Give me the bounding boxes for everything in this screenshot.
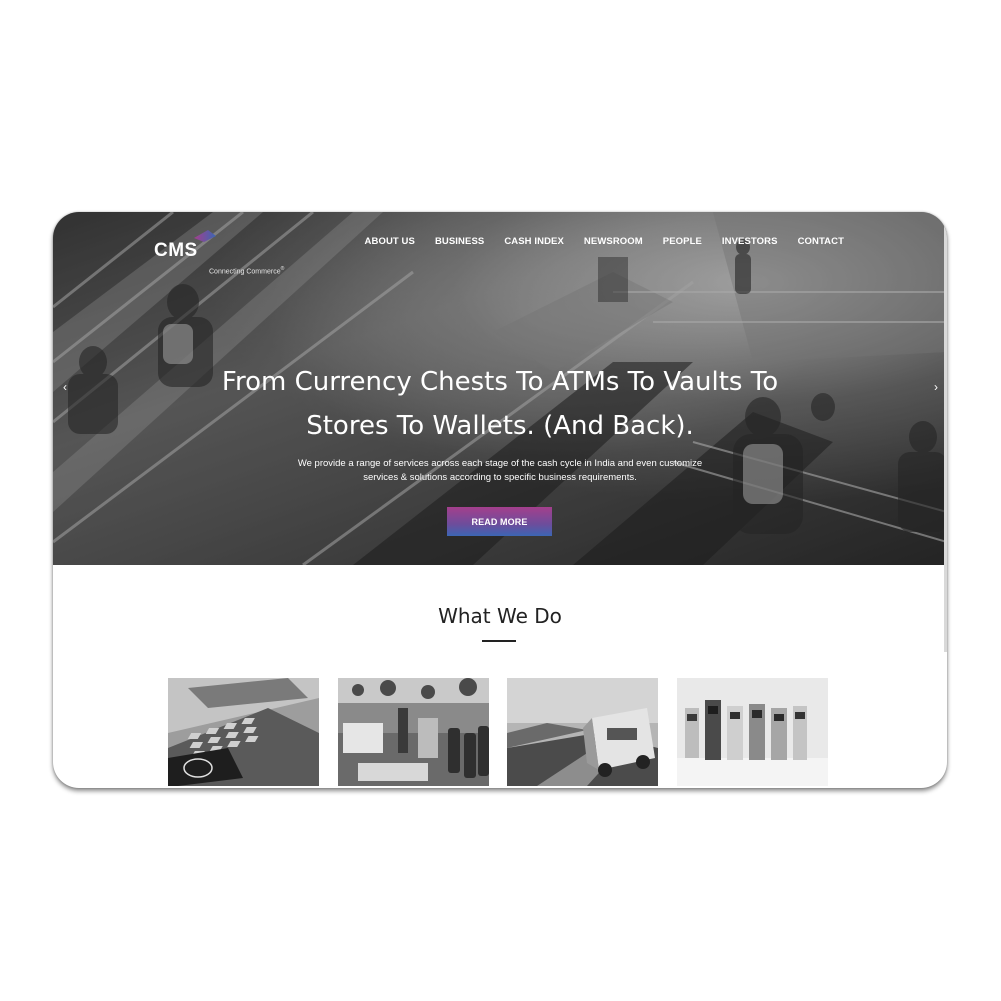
nav-people[interactable]: PEOPLE xyxy=(663,236,702,247)
service-card-retail[interactable] xyxy=(338,678,489,786)
hero-description-line-1: We provide a range of services across ea… xyxy=(297,458,703,469)
nav-contact[interactable]: CONTACT xyxy=(798,236,844,247)
hero-description: We provide a range of services across ea… xyxy=(53,457,947,485)
nav-about-us[interactable]: ABOUT US xyxy=(365,236,415,247)
main-navigation: ABOUT US BUSINESS CASH INDEX NEWSROOM PE… xyxy=(365,236,844,247)
section-title: What We Do xyxy=(438,604,562,628)
service-card-atm-keypad[interactable] xyxy=(168,678,319,786)
page-scrollbar[interactable] xyxy=(944,212,947,652)
nav-cash-index[interactable]: CASH INDEX xyxy=(504,236,564,247)
retail-store-image xyxy=(338,678,489,786)
nav-investors[interactable]: INVESTORS xyxy=(722,236,778,247)
logo-wordmark: CMS xyxy=(154,240,198,261)
hero-banner: CMS Connecting Commerce® ABOUT US BUSINE… xyxy=(53,212,947,565)
hero-headline: From Currency Chests To ATMs To Vaults T… xyxy=(53,360,947,448)
read-more-button[interactable]: READ MORE xyxy=(447,507,552,536)
browser-frame: CMS Connecting Commerce® ABOUT US BUSINE… xyxy=(53,212,947,788)
atm-machines-image xyxy=(677,678,828,786)
hero-headline-line-1: From Currency Chests To ATMs To Vaults T… xyxy=(221,367,779,397)
atm-keypad-image xyxy=(168,678,319,786)
nav-business[interactable]: BUSINESS xyxy=(435,236,484,247)
hero-headline-line-2: Stores To Wallets. (And Back). xyxy=(306,411,694,441)
hero-description-line-2: services & solutions according to specif… xyxy=(363,472,637,483)
logo-tagline: Connecting Commerce® xyxy=(209,266,285,276)
cms-logo[interactable]: CMS Connecting Commerce® xyxy=(154,230,294,275)
section-divider xyxy=(482,640,516,642)
service-card-atm-machines[interactable] xyxy=(677,678,828,786)
service-card-cash-logistics[interactable] xyxy=(507,678,658,786)
cash-van-image xyxy=(507,678,658,786)
nav-newsroom[interactable]: NEWSROOM xyxy=(584,236,643,247)
